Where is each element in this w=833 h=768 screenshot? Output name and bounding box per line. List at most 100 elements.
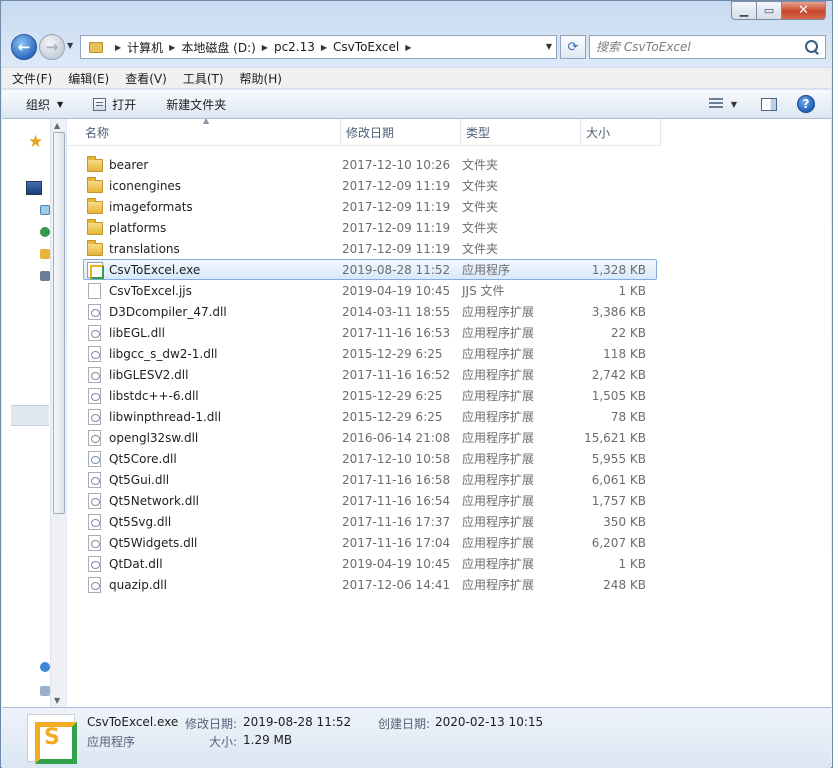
file-name[interactable]: CsvToExcel.exe [109,263,200,277]
breadcrumb-drive[interactable]: 本地磁盘 (D:) [181,39,255,56]
file-name-cell[interactable]: CsvToExcel.exe [84,261,342,279]
file-name-cell[interactable]: libgcc_s_dw2-1.dll [84,345,342,362]
file-row[interactable]: Qt5Svg.dll 2017-11-16 17:37 应用程序扩展 350 KB [83,511,657,532]
file-name[interactable]: bearer [109,158,148,172]
file-name[interactable]: libstdc++-6.dll [109,389,199,403]
refresh-button[interactable]: ⟳ [560,35,586,59]
file-row[interactable]: Qt5Network.dll 2017-11-16 16:54 应用程序扩展 1,75… [83,490,657,511]
back-button[interactable]: ← [11,34,37,60]
file-name-cell[interactable]: QtDat.dll [84,555,342,572]
file-name-cell[interactable]: libEGL.dll [84,324,342,341]
file-name-cell[interactable]: bearer [84,155,342,172]
menu-help[interactable]: 帮助(H) [240,70,282,87]
computer-icon[interactable] [40,271,50,281]
file-name[interactable]: Qt5Widgets.dll [109,536,197,550]
scroll-up-icon[interactable]: ▲ [54,121,60,130]
column-name[interactable]: ▲ 名称 [67,116,341,146]
new-folder-button[interactable]: 新建文件夹 [166,96,226,113]
folder-icon[interactable] [40,249,50,259]
file-name-cell[interactable]: Qt5Core.dll [84,450,342,467]
maximize-button[interactable]: ▭ [757,1,782,20]
search-box[interactable] [589,35,826,59]
address-bar[interactable]: ▶ 计算机 ▶ 本地磁盘 (D:) ▶ pc2.13 ▶ CsvToExcel … [80,35,557,59]
file-name-cell[interactable]: libstdc++-6.dll [84,387,342,404]
file-row[interactable]: opengl32sw.dll 2016-06-14 21:08 应用程序扩展 15,6… [83,427,657,448]
column-type[interactable]: 类型 [461,119,581,146]
file-name-cell[interactable]: Qt5Gui.dll [84,471,342,488]
chevron-right-icon[interactable]: ▶ [405,43,411,52]
file-row[interactable]: CsvToExcel.jjs 2019-04-19 10:45 JJS 文件 1 KB [83,280,657,301]
scroll-down-icon[interactable]: ▼ [54,696,60,705]
file-name[interactable]: Qt5Core.dll [109,452,177,466]
file-name-cell[interactable]: Qt5Network.dll [84,492,342,509]
open-button[interactable]: 打开 [93,96,136,113]
menu-edit[interactable]: 编辑(E) [68,70,109,87]
file-name[interactable]: libEGL.dll [109,326,165,340]
file-name[interactable]: libwinpthread-1.dll [109,410,221,424]
file-name-cell[interactable]: imageformats [84,197,342,214]
file-row[interactable]: quazip.dll 2017-12-06 14:41 应用程序扩展 248 KB [83,574,657,595]
file-row[interactable]: D3Dcompiler_47.dll 2014-03-11 18:55 应用程序扩展… [83,301,657,322]
help-icon[interactable]: ? [797,95,815,113]
file-name[interactable]: imageformats [109,200,193,214]
file-row[interactable]: libGLESV2.dll 2017-11-16 16:52 应用程序扩展 2,742… [83,364,657,385]
network-icon[interactable] [40,662,50,672]
file-name[interactable]: CsvToExcel.jjs [109,284,192,298]
file-row[interactable]: Qt5Core.dll 2017-12-10 10:58 应用程序扩展 5,955 K… [83,448,657,469]
chevron-down-icon[interactable]: ▼ [731,100,737,109]
forward-button[interactable]: → [39,34,65,60]
file-name[interactable]: platforms [109,221,166,235]
file-name[interactable]: QtDat.dll [109,557,163,571]
file-name[interactable]: D3Dcompiler_47.dll [109,305,227,319]
chevron-right-icon[interactable]: ▶ [169,43,175,52]
file-name-cell[interactable]: libGLESV2.dll [84,366,342,383]
file-name-cell[interactable]: Qt5Widgets.dll [84,534,342,551]
file-row[interactable]: imageformats 2017-12-09 11:19 文件夹 [83,196,657,217]
file-name-cell[interactable]: D3Dcompiler_47.dll [84,303,342,320]
file-name-cell[interactable]: libwinpthread-1.dll [84,408,342,425]
file-row[interactable]: platforms 2017-12-09 11:19 文件夹 [83,217,657,238]
close-button[interactable]: ✕ [782,1,826,20]
file-row[interactable]: Qt5Widgets.dll 2017-11-16 17:04 应用程序扩展 6,20… [83,532,657,553]
file-row[interactable]: translations 2017-12-09 11:19 文件夹 [83,238,657,259]
file-row[interactable]: libEGL.dll 2017-11-16 16:53 应用程序扩展 22 KB [83,322,657,343]
recent-pages-dropdown[interactable]: ▼ [67,41,73,50]
column-size[interactable]: 大小 [581,119,661,146]
chevron-right-icon[interactable]: ▶ [115,43,121,52]
file-row[interactable]: iconengines 2017-12-09 11:19 文件夹 [83,175,657,196]
drive-icon[interactable] [40,686,50,696]
file-row[interactable]: libgcc_s_dw2-1.dll 2015-12-29 6:25 应用程序扩展 1… [83,343,657,364]
chevron-right-icon[interactable]: ▶ [262,43,268,52]
file-row[interactable]: QtDat.dll 2019-04-19 10:45 应用程序扩展 1 KB [83,553,657,574]
breadcrumb-pc213[interactable]: pc2.13 [274,40,315,54]
file-name[interactable]: libGLESV2.dll [109,368,188,382]
file-name-cell[interactable]: opengl32sw.dll [84,429,342,446]
file-row[interactable]: libstdc++-6.dll 2015-12-29 6:25 应用程序扩展 1,50… [83,385,657,406]
libraries-icon[interactable] [40,205,50,215]
file-name[interactable]: libgcc_s_dw2-1.dll [109,347,217,361]
file-name-cell[interactable]: iconengines [84,176,342,193]
menu-file[interactable]: 文件(F) [12,70,52,87]
homegroup-icon[interactable] [40,227,50,237]
file-name[interactable]: Qt5Gui.dll [109,473,169,487]
organize-button[interactable]: 组织 ▼ [26,96,63,113]
file-name[interactable]: quazip.dll [109,578,167,592]
file-row[interactable]: CsvToExcel.exe 2019-08-28 11:52 应用程序 1,328 … [83,259,657,280]
search-icon[interactable] [803,38,821,56]
file-row[interactable]: Qt5Gui.dll 2017-11-16 16:58 应用程序扩展 6,061 KB [83,469,657,490]
scroll-thumb[interactable] [53,132,65,514]
breadcrumb-csvtoexcel[interactable]: CsvToExcel [333,40,399,54]
nav-selected-item[interactable] [11,405,49,426]
chevron-right-icon[interactable]: ▶ [321,43,327,52]
column-date[interactable]: 修改日期 [341,119,461,146]
file-name-cell[interactable]: translations [84,239,342,256]
file-name-cell[interactable]: quazip.dll [84,576,342,593]
file-row[interactable]: libwinpthread-1.dll 2015-12-29 6:25 应用程序扩展… [83,406,657,427]
menu-tools[interactable]: 工具(T) [183,70,224,87]
nav-scrollbar[interactable]: ▲ ▼ [50,119,66,707]
file-name-cell[interactable]: Qt5Svg.dll [84,513,342,530]
menu-view[interactable]: 查看(V) [125,70,167,87]
favorites-star-icon[interactable]: ★ [28,132,43,152]
file-name[interactable]: Qt5Svg.dll [109,515,171,529]
chevron-down-icon[interactable]: ▼ [546,42,552,51]
